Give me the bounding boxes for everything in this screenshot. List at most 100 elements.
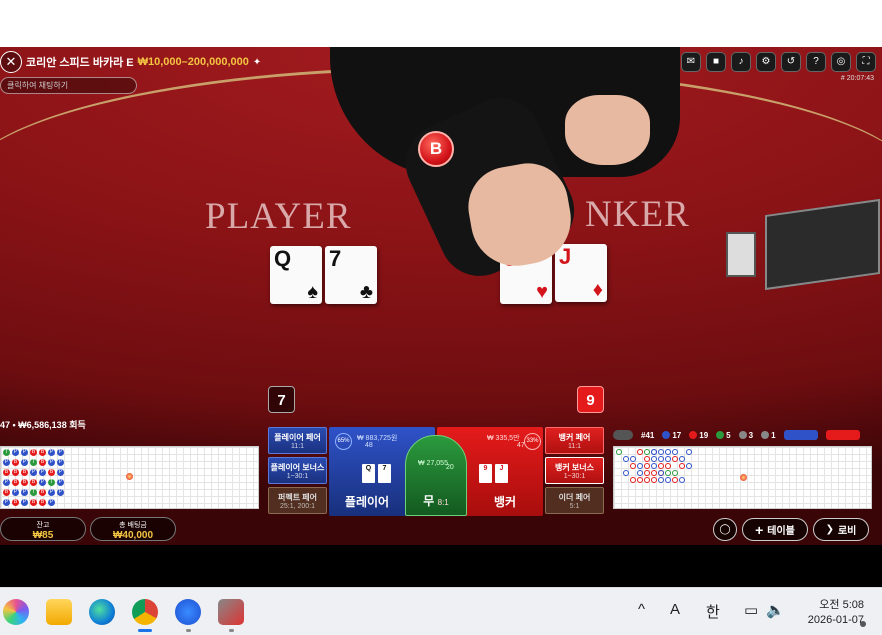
lobby-button[interactable]: ❯ 로비 xyxy=(813,518,869,541)
banker-bonus-bet[interactable]: 뱅커 보너스 1~30:1 xyxy=(545,457,604,484)
player-predict-button[interactable] xyxy=(783,430,818,440)
big-road-ring xyxy=(637,470,643,476)
player-amount: ₩ 883,725원 xyxy=(357,435,398,442)
pin-icon[interactable]: ✦ xyxy=(253,57,261,68)
bet-odds: 11:1 xyxy=(290,443,305,450)
add-table-button[interactable]: + 테이블 xyxy=(742,518,808,541)
player-count: 48 xyxy=(365,442,373,449)
total-bet-pill: 총 배팅금 ₩40,000 xyxy=(90,517,176,541)
bead-road-dot: P xyxy=(12,489,19,496)
edge-icon[interactable] xyxy=(89,599,115,625)
card-suit: ♣ xyxy=(359,281,373,303)
big-road-ring xyxy=(644,477,650,483)
system-clock[interactable]: 오전 5:08 2026-01-07 xyxy=(808,598,864,628)
file-explorer-icon[interactable] xyxy=(46,599,72,625)
banker-marker-chip: B xyxy=(418,131,454,167)
card-suit: ♥ xyxy=(536,281,548,303)
bead-road-dot: P xyxy=(48,459,55,466)
card-shoe xyxy=(765,198,880,291)
winners-total: 47 • ₩6,586,138 회득 xyxy=(0,420,86,430)
player-score: 7 xyxy=(268,386,295,413)
lobby-label: 로비 xyxy=(837,526,857,537)
big-road-ring xyxy=(679,463,685,469)
big-road-ring xyxy=(672,477,678,483)
banker-label: 뱅커 xyxy=(493,495,517,509)
video-icon[interactable]: ■ xyxy=(706,52,726,72)
big-road[interactable] xyxy=(613,446,872,509)
chrome-icon[interactable] xyxy=(132,599,158,625)
close-icon[interactable]: ✕ xyxy=(0,51,22,73)
either-pair-bet[interactable]: 이더 페어 5:1 xyxy=(545,487,604,514)
volume-icon[interactable]: 🔈 xyxy=(766,601,785,619)
history-icon[interactable]: ↺ xyxy=(781,52,801,72)
banker-pairs: 1 xyxy=(771,430,776,440)
bing-icon[interactable] xyxy=(175,599,201,625)
player-bonus-bet[interactable]: 플레이어 보너스 1~30:1 xyxy=(268,457,327,484)
add-table-label: 테이블 xyxy=(767,526,795,537)
big-road-ring xyxy=(637,449,643,455)
tie-bet-area[interactable]: ₩ 27,055 20 무 8:1 xyxy=(405,435,467,516)
toggle-icon[interactable] xyxy=(613,430,633,440)
big-road-ring xyxy=(665,456,671,462)
bead-road-dot: P xyxy=(48,449,55,456)
bead-road-dot: P xyxy=(48,489,55,496)
big-road-ring xyxy=(658,456,664,462)
perfect-pair-bet[interactable]: 퍼펙트 페어 25:1, 200:1 xyxy=(268,487,327,514)
banker-mini-card-2: J xyxy=(495,464,508,483)
bead-road[interactable]: TPPBBPPPBPTBPPBBBPPBPPBBBPTPBPPTBPPPBPBB… xyxy=(0,446,259,509)
bead-road-dot: B xyxy=(39,499,46,506)
bead-road-dot: B xyxy=(39,459,46,466)
app-icon[interactable] xyxy=(218,599,244,625)
banker-table-word: NKER xyxy=(585,194,690,235)
ime-alpha[interactable]: A xyxy=(670,601,680,618)
chips-icon[interactable]: ◯ xyxy=(713,518,737,541)
big-road-ring xyxy=(616,449,622,455)
banker-predict-button[interactable] xyxy=(825,430,860,440)
running-app-indicator xyxy=(229,629,234,632)
windows-taskbar: ^ A 한 ▭ 🔈 오전 5:08 2026-01-07 xyxy=(0,587,882,635)
big-road-ring xyxy=(651,463,657,469)
bet-limits: ₩10,000–200,000,000 xyxy=(137,56,249,68)
ime-hangul[interactable]: 한 xyxy=(706,601,720,622)
big-road-ring xyxy=(637,463,643,469)
arrow-right-icon: ❯ xyxy=(825,524,834,535)
banker-wins-stat: 19 xyxy=(689,431,708,440)
big-road-ring xyxy=(644,463,650,469)
tie-dot-icon xyxy=(716,431,725,440)
player-pair-bet[interactable]: 플레이어 페어 11:1 xyxy=(268,427,327,454)
bead-road-dot: P xyxy=(57,479,64,486)
game-header: ✕ 코리안 스피드 바카라 E ₩10,000–200,000,000 ✦ xyxy=(0,50,261,74)
bead-road-dot: B xyxy=(30,479,37,486)
settings-icon[interactable]: ⚙ xyxy=(756,52,776,72)
big-road-ring xyxy=(623,456,629,462)
chat-input[interactable]: 클릭하여 채팅하기 xyxy=(0,77,137,94)
tie-count: 20 xyxy=(446,464,454,471)
big-road-ring xyxy=(665,463,671,469)
bead-road-dot: P xyxy=(21,489,28,496)
copilot-icon[interactable] xyxy=(3,599,29,625)
bead-road-dot: B xyxy=(12,459,19,466)
chevron-up-icon[interactable]: ^ xyxy=(638,601,645,618)
sound-icon[interactable]: ♪ xyxy=(731,52,751,72)
game-video-area[interactable]: PLAYER NKER Q ♠ 7 ♣ 9 ♥ J ♦ B ✕ 코리안 스피드 … xyxy=(0,47,882,545)
balance-value: ₩85 xyxy=(32,530,54,541)
card-rank: Q xyxy=(274,246,292,271)
lobby-icon[interactable]: ◎ xyxy=(831,52,851,72)
card-shoe-face xyxy=(726,232,756,277)
balance-pill: 잔고 ₩85 xyxy=(0,517,86,541)
pair-dot-icon xyxy=(761,431,770,440)
banker-card-2: J ♦ xyxy=(555,244,607,302)
player-mini-card-2: 7 xyxy=(378,464,391,483)
chat-icon[interactable]: ✉ xyxy=(681,52,701,72)
bead-road-dot: P xyxy=(3,479,10,486)
bead-road-dot: B xyxy=(39,449,46,456)
fullscreen-icon[interactable]: ⛶ xyxy=(856,52,876,72)
banker-pair-bet[interactable]: 뱅커 페어 11:1 xyxy=(545,427,604,454)
bet-label: 퍼펙트 페어 xyxy=(277,493,318,502)
bead-road-dot: P xyxy=(12,449,19,456)
bead-road-dot: B xyxy=(21,469,28,476)
bead-road-dot: P xyxy=(57,449,64,456)
big-road-ring xyxy=(679,477,685,483)
network-icon[interactable]: ▭ xyxy=(744,601,758,619)
help-icon[interactable]: ? xyxy=(806,52,826,72)
